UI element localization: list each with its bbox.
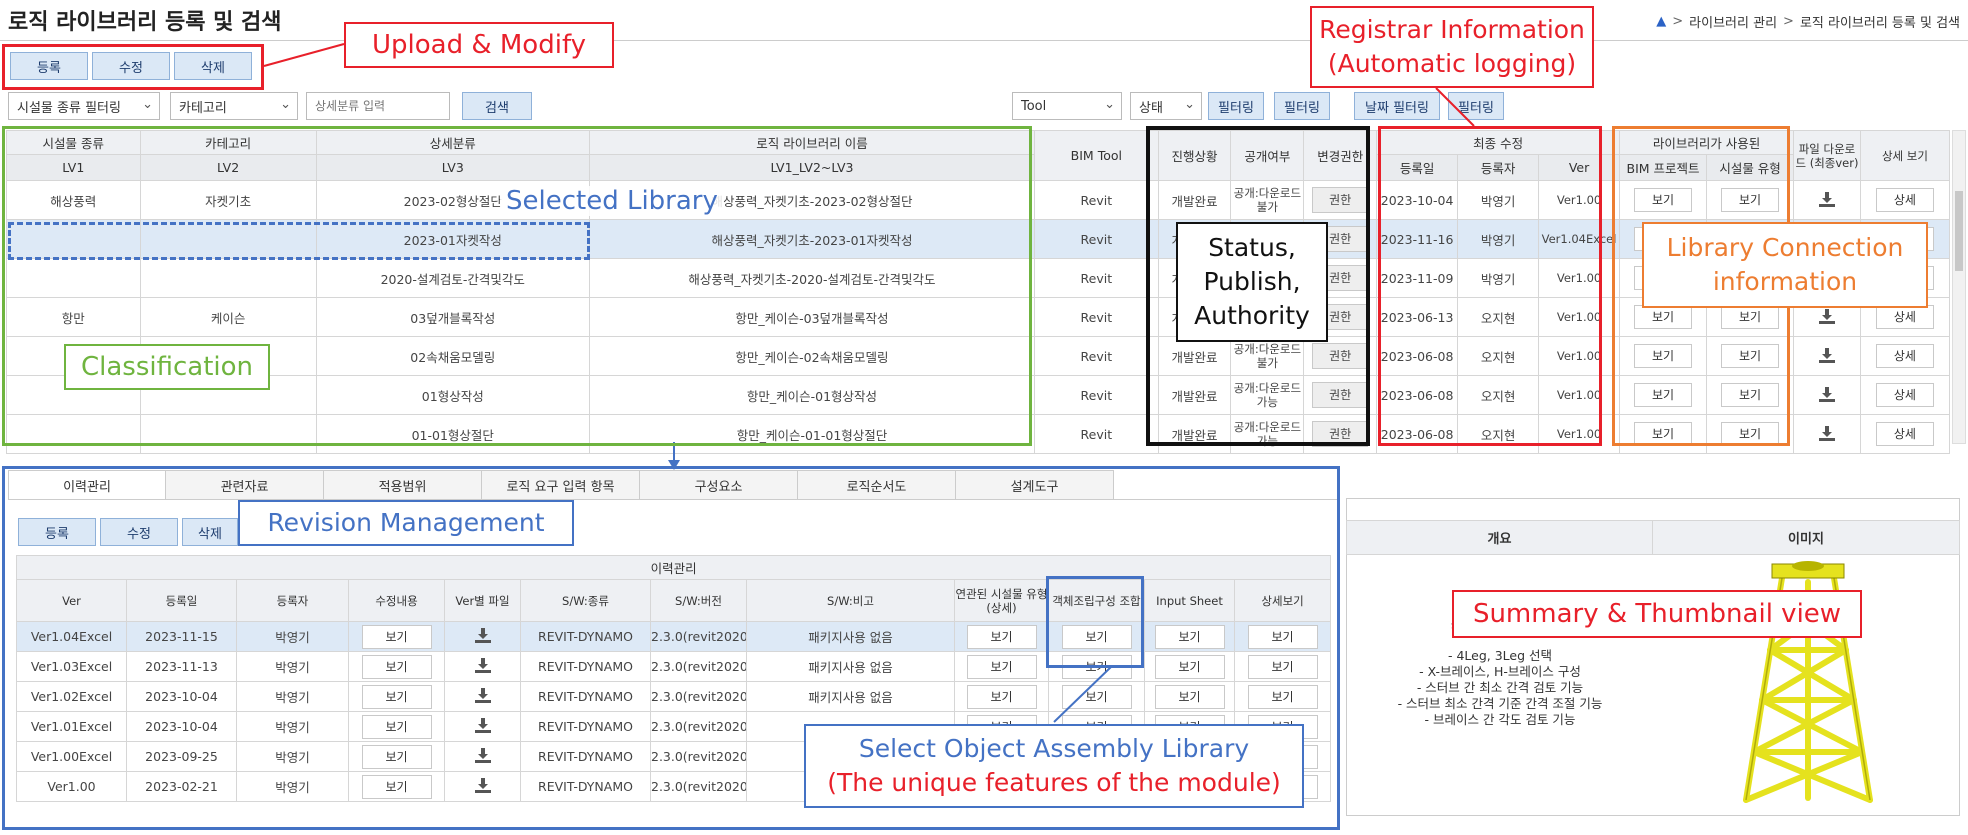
- classification-label: Classification: [64, 344, 270, 390]
- label-line: Select Object Assembly Library: [858, 734, 1250, 763]
- label-line: information: [1712, 267, 1858, 296]
- upload-modify-label: Upload & Modify: [344, 22, 614, 68]
- label-line: Registrar Information: [1319, 15, 1585, 44]
- registrar-label: Registrar Information (Automatic logging…: [1310, 6, 1594, 88]
- label-line: Publish,: [1203, 267, 1301, 296]
- label-line: (The unique features of the module): [827, 768, 1281, 797]
- annotation-lines: [263, 43, 1475, 723]
- status-label: Status, Publish, Authority: [1176, 222, 1328, 342]
- label-line: Status,: [1208, 233, 1296, 262]
- connection-label: Library Connection information: [1642, 222, 1928, 308]
- label-line: (Automatic logging): [1327, 49, 1577, 78]
- selected-library-label: Selected Library: [500, 186, 724, 216]
- label-line: Library Connection: [1666, 233, 1904, 262]
- summary-label: Summary & Thumbnail view: [1452, 590, 1862, 638]
- label-line: Authority: [1194, 301, 1310, 330]
- revision-label: Revision Management: [238, 500, 574, 546]
- assembly-label: Select Object Assembly Library (The uniq…: [804, 724, 1304, 808]
